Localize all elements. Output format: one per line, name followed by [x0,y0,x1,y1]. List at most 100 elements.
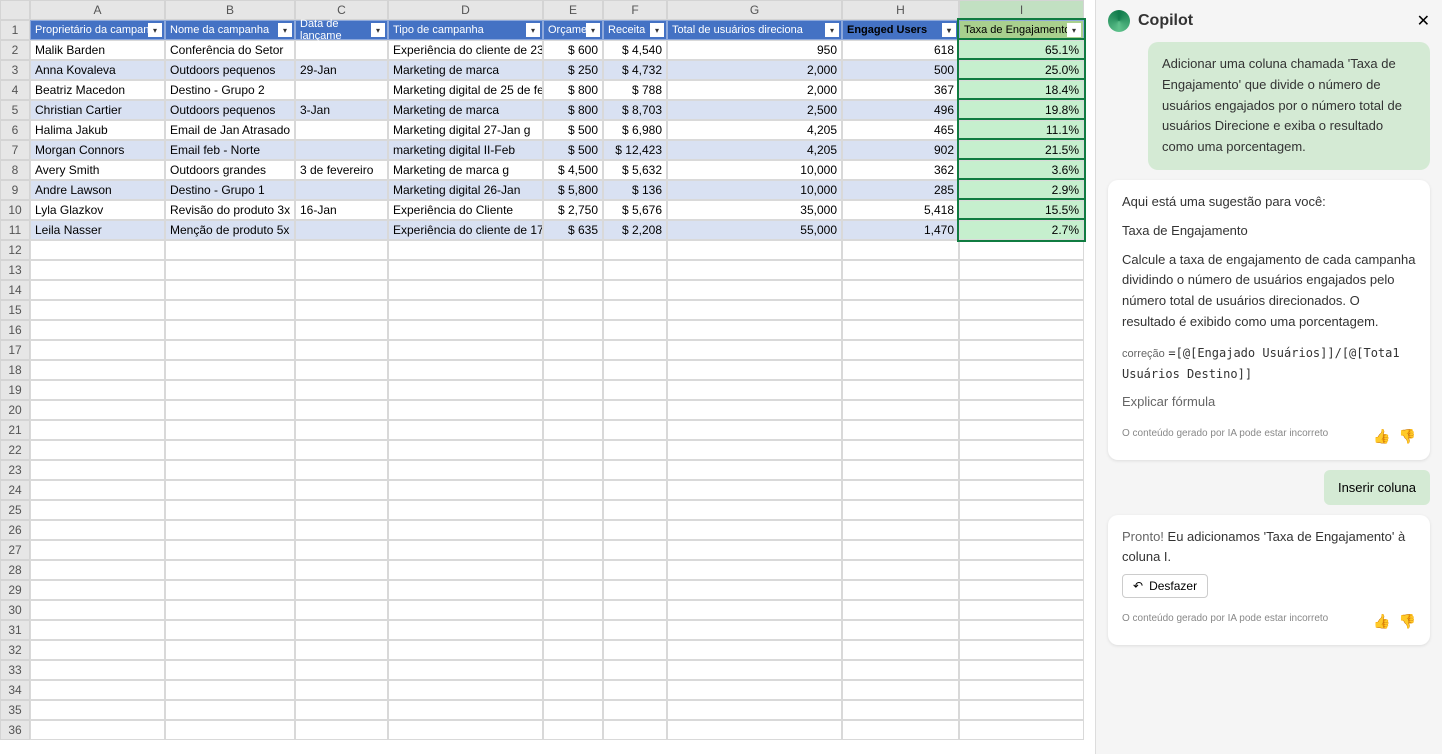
cell-E6[interactable]: $ 500 [543,120,603,140]
empty-cell[interactable] [165,340,295,360]
empty-cell[interactable] [603,580,667,600]
cell-H7[interactable]: 902 [842,140,959,160]
empty-cell[interactable] [165,540,295,560]
empty-cell[interactable] [667,260,842,280]
cell-B10[interactable]: Revisão do produto 3x [165,200,295,220]
empty-cell[interactable] [543,580,603,600]
empty-cell[interactable] [959,640,1084,660]
empty-cell[interactable] [295,340,388,360]
cell-E2[interactable]: $ 600 [543,40,603,60]
cell-B5[interactable]: Outdoors pequenos [165,100,295,120]
empty-cell[interactable] [388,720,543,740]
empty-cell[interactable] [165,380,295,400]
row-header[interactable]: 9 [0,180,30,200]
empty-cell[interactable] [388,400,543,420]
cell-G11[interactable]: 55,000 [667,220,842,240]
empty-cell[interactable] [842,280,959,300]
cell-D2[interactable]: Experiência do cliente de 23 de fevereir… [388,40,543,60]
empty-cell[interactable] [543,560,603,580]
empty-cell[interactable] [30,580,165,600]
cell-A2[interactable]: Malik Barden [30,40,165,60]
cell-C11[interactable] [295,220,388,240]
cell-F11[interactable]: $ 2,208 [603,220,667,240]
empty-cell[interactable] [165,500,295,520]
empty-cell[interactable] [959,500,1084,520]
filter-dropdown-icon[interactable]: ▾ [278,23,292,37]
empty-cell[interactable] [543,440,603,460]
row-header[interactable]: 3 [0,60,30,80]
filter-dropdown-icon[interactable]: ▾ [526,23,540,37]
cell-H2[interactable]: 618 [842,40,959,60]
cell-A11[interactable]: Leila Nasser [30,220,165,240]
cell-D5[interactable]: Marketing de marca [388,100,543,120]
cell-I6[interactable]: 11.1% [959,120,1084,140]
empty-cell[interactable] [165,560,295,580]
row-header[interactable]: 30 [0,600,30,620]
empty-cell[interactable] [543,460,603,480]
cell-H5[interactable]: 496 [842,100,959,120]
empty-cell[interactable] [388,260,543,280]
row-header[interactable]: 26 [0,520,30,540]
cell-I5[interactable]: 19.8% [959,100,1084,120]
cell-I2[interactable]: 65.1% [959,40,1084,60]
cell-E3[interactable]: $ 250 [543,60,603,80]
cell-I9[interactable]: 2.9% [959,180,1084,200]
cell-A10[interactable]: Lyla Glazkov [30,200,165,220]
insert-column-button[interactable]: Inserir coluna [1324,470,1430,505]
empty-cell[interactable] [30,540,165,560]
row-header[interactable]: 21 [0,420,30,440]
cell-E7[interactable]: $ 500 [543,140,603,160]
empty-cell[interactable] [295,660,388,680]
cell-H8[interactable]: 362 [842,160,959,180]
empty-cell[interactable] [295,460,388,480]
cell-H11[interactable]: 1,470 [842,220,959,240]
empty-cell[interactable] [295,680,388,700]
empty-cell[interactable] [667,600,842,620]
empty-cell[interactable] [667,380,842,400]
cell-I10[interactable]: 15.5% [959,200,1084,220]
cell-G6[interactable]: 4,205 [667,120,842,140]
empty-cell[interactable] [667,400,842,420]
cell-G4[interactable]: 2,000 [667,80,842,100]
empty-cell[interactable] [388,360,543,380]
thumbs-down-icon[interactable]: 👎 [1399,610,1416,632]
undo-button[interactable]: ↶ Desfazer [1122,574,1208,598]
empty-cell[interactable] [30,640,165,660]
row-header[interactable]: 23 [0,460,30,480]
row-header-1[interactable]: 1 [0,20,30,40]
empty-cell[interactable] [388,420,543,440]
cell-H4[interactable]: 367 [842,80,959,100]
cell-C4[interactable] [295,80,388,100]
empty-cell[interactable] [842,720,959,740]
empty-cell[interactable] [30,380,165,400]
cell-F3[interactable]: $ 4,732 [603,60,667,80]
empty-cell[interactable] [388,480,543,500]
empty-cell[interactable] [295,240,388,260]
empty-cell[interactable] [603,380,667,400]
empty-cell[interactable] [30,700,165,720]
empty-cell[interactable] [30,440,165,460]
cell-A9[interactable]: Andre Lawson [30,180,165,200]
row-header[interactable]: 22 [0,440,30,460]
close-icon[interactable]: ✕ [1417,11,1430,31]
empty-cell[interactable] [842,560,959,580]
empty-cell[interactable] [667,560,842,580]
cell-C5[interactable]: 3-Jan [295,100,388,120]
empty-cell[interactable] [30,680,165,700]
empty-cell[interactable] [667,300,842,320]
empty-cell[interactable] [603,700,667,720]
empty-cell[interactable] [959,380,1084,400]
empty-cell[interactable] [388,500,543,520]
empty-cell[interactable] [603,600,667,620]
cell-G8[interactable]: 10,000 [667,160,842,180]
empty-cell[interactable] [543,400,603,420]
table-header-engaged[interactable]: Engaged Users▾ [842,20,959,40]
cell-D9[interactable]: Marketing digital 26-Jan [388,180,543,200]
empty-cell[interactable] [959,420,1084,440]
cell-D6[interactable]: Marketing digital 27-Jan g [388,120,543,140]
empty-cell[interactable] [603,440,667,460]
empty-cell[interactable] [388,520,543,540]
empty-cell[interactable] [30,420,165,440]
empty-cell[interactable] [295,420,388,440]
empty-cell[interactable] [603,560,667,580]
